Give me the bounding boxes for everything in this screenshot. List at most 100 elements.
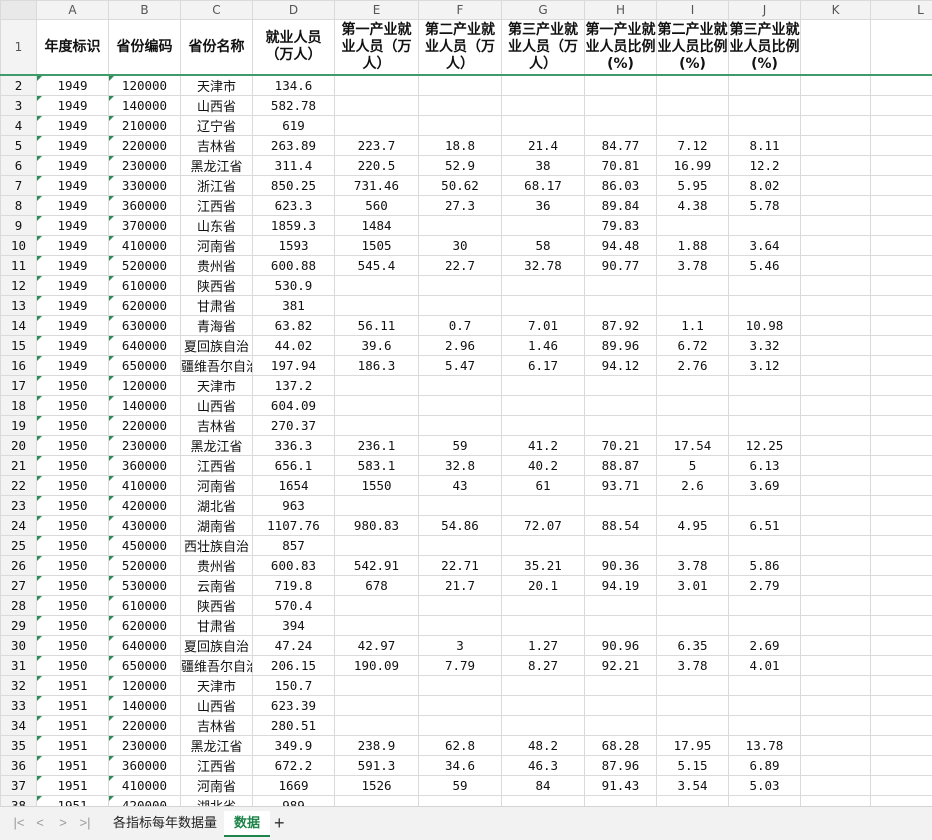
cell[interactable]: 1951	[37, 736, 109, 756]
row-number[interactable]: 14	[1, 316, 37, 336]
cell[interactable]: 90.36	[585, 556, 657, 576]
cell[interactable]: 山西省	[181, 96, 253, 116]
cell[interactable]	[871, 496, 932, 516]
cell[interactable]: 68.28	[585, 736, 657, 756]
cell[interactable]: 16.99	[657, 156, 729, 176]
cell[interactable]: 陕西省	[181, 276, 253, 296]
cell[interactable]: 西壮族自治	[181, 536, 253, 556]
row-number[interactable]: 23	[1, 496, 37, 516]
cell[interactable]	[585, 296, 657, 316]
cell[interactable]	[585, 96, 657, 116]
cell[interactable]: 1949	[37, 96, 109, 116]
cell[interactable]: 520000	[109, 256, 181, 276]
column-header-c[interactable]: C	[181, 1, 253, 20]
cell[interactable]: 22.7	[419, 256, 502, 276]
cell[interactable]: 90.96	[585, 636, 657, 656]
cell[interactable]	[335, 276, 419, 296]
cell[interactable]: 3.12	[729, 356, 801, 376]
cell[interactable]: 山西省	[181, 696, 253, 716]
row-number[interactable]: 12	[1, 276, 37, 296]
cell[interactable]: 370000	[109, 216, 181, 236]
cell[interactable]: 620000	[109, 616, 181, 636]
cell[interactable]	[801, 336, 871, 356]
cell[interactable]	[335, 616, 419, 636]
row-number[interactable]: 19	[1, 416, 37, 436]
cell[interactable]: 3.78	[657, 656, 729, 676]
cell[interactable]	[801, 396, 871, 416]
cell[interactable]: 12.2	[729, 156, 801, 176]
cell[interactable]: 857	[253, 536, 335, 556]
cell[interactable]: 980.83	[335, 516, 419, 536]
cell[interactable]: 7.79	[419, 656, 502, 676]
cell[interactable]: 850.25	[253, 176, 335, 196]
cell[interactable]	[871, 796, 932, 807]
cell[interactable]	[585, 616, 657, 636]
cell[interactable]	[871, 96, 932, 116]
row-number[interactable]: 18	[1, 396, 37, 416]
cell[interactable]: 1.1	[657, 316, 729, 336]
cell[interactable]	[585, 596, 657, 616]
cell[interactable]: 89.84	[585, 196, 657, 216]
select-all-corner[interactable]	[1, 1, 37, 20]
cell[interactable]: 1950	[37, 656, 109, 676]
cell[interactable]: 336.3	[253, 436, 335, 456]
cell[interactable]	[502, 696, 585, 716]
header-cell[interactable]: 第二产业就业人员比例(%)	[657, 20, 729, 76]
row-number[interactable]: 35	[1, 736, 37, 756]
cell[interactable]	[657, 596, 729, 616]
column-header-k[interactable]: K	[801, 1, 871, 20]
cell[interactable]: 270.37	[253, 416, 335, 436]
cell[interactable]	[801, 776, 871, 796]
cell[interactable]: 88.87	[585, 456, 657, 476]
row-number[interactable]: 32	[1, 676, 37, 696]
cell[interactable]: 94.19	[585, 576, 657, 596]
row-number[interactable]: 28	[1, 596, 37, 616]
cell[interactable]	[871, 236, 932, 256]
cell[interactable]: 1949	[37, 75, 109, 96]
cell[interactable]: 68.17	[502, 176, 585, 196]
cell[interactable]	[657, 676, 729, 696]
cell[interactable]: 1949	[37, 256, 109, 276]
cell[interactable]	[729, 116, 801, 136]
cell[interactable]	[335, 716, 419, 736]
first-sheet-button[interactable]: |<	[12, 815, 26, 831]
cell[interactable]: 87.92	[585, 316, 657, 336]
column-header-a[interactable]: A	[37, 1, 109, 20]
cell[interactable]: 58	[502, 236, 585, 256]
cell[interactable]	[335, 75, 419, 96]
last-sheet-button[interactable]: >|	[78, 815, 92, 831]
cell[interactable]: 360000	[109, 196, 181, 216]
cell[interactable]: 2.6	[657, 476, 729, 496]
cell[interactable]: 河南省	[181, 776, 253, 796]
cell[interactable]: 230000	[109, 436, 181, 456]
cell[interactable]	[729, 396, 801, 416]
cell[interactable]: 3.01	[657, 576, 729, 596]
cell[interactable]: 420000	[109, 496, 181, 516]
cell[interactable]	[871, 316, 932, 336]
cell[interactable]: 5.95	[657, 176, 729, 196]
header-cell[interactable]: 第一产业就业人员（万人）	[335, 20, 419, 76]
cell[interactable]	[657, 296, 729, 316]
cell[interactable]: 90.77	[585, 256, 657, 276]
cell[interactable]: 38	[502, 156, 585, 176]
cell[interactable]	[502, 216, 585, 236]
cell[interactable]	[419, 276, 502, 296]
cell[interactable]	[801, 516, 871, 536]
cell[interactable]	[871, 516, 932, 536]
cell[interactable]: 5.03	[729, 776, 801, 796]
cell[interactable]	[502, 536, 585, 556]
cell[interactable]: 89.96	[585, 336, 657, 356]
cell[interactable]	[871, 616, 932, 636]
cell[interactable]	[871, 716, 932, 736]
cell[interactable]: 6.35	[657, 636, 729, 656]
cell[interactable]	[801, 196, 871, 216]
cell[interactable]: 88.54	[585, 516, 657, 536]
header-cell[interactable]: 省份名称	[181, 20, 253, 76]
cell[interactable]	[657, 496, 729, 516]
cell[interactable]: 3.78	[657, 256, 729, 276]
cell[interactable]	[871, 216, 932, 236]
column-header-f[interactable]: F	[419, 1, 502, 20]
cell[interactable]	[871, 196, 932, 216]
tab-yearly-count[interactable]: 各指标每年数据量	[113, 811, 217, 835]
cell[interactable]	[871, 156, 932, 176]
